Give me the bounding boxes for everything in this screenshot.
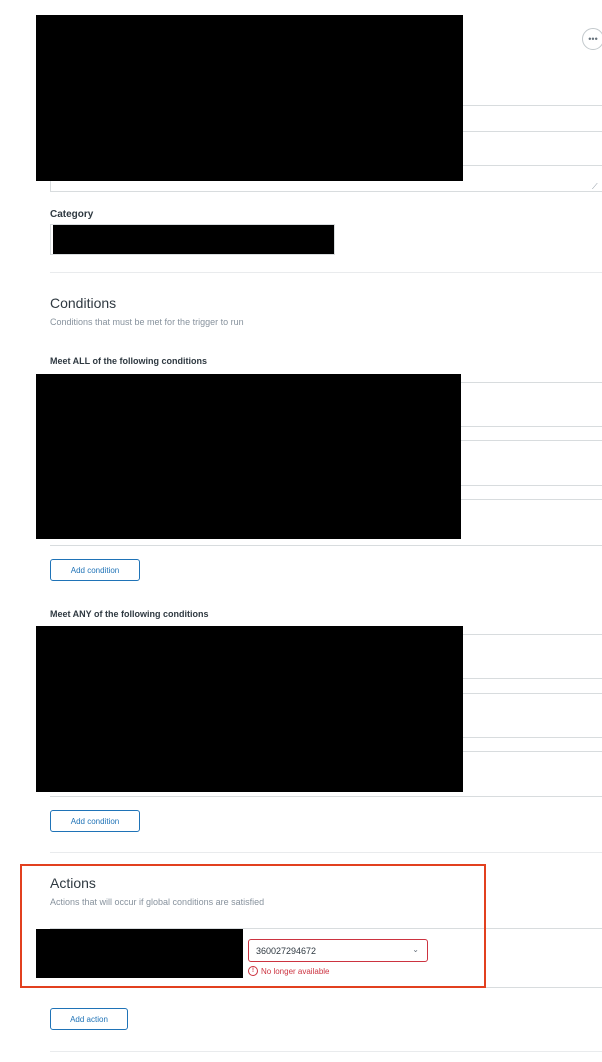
meet-all-label: Meet ALL of the following conditions <box>50 356 207 366</box>
meet-any-label: Meet ANY of the following conditions <box>50 609 209 619</box>
redacted-header <box>36 15 463 181</box>
condition-row-border <box>50 796 602 797</box>
redacted-any-conditions <box>36 626 463 792</box>
resize-handle-icon[interactable]: ⟋ <box>592 182 598 192</box>
action-value-select[interactable]: 360027294672 ⌄ <box>248 939 428 962</box>
alert-error-icon: ! <box>248 966 258 976</box>
redacted-all-conditions <box>36 374 461 539</box>
conditions-title: Conditions <box>50 295 117 311</box>
add-condition-any-button[interactable]: Add condition <box>50 810 140 832</box>
action-error-text: No longer available <box>261 966 330 976</box>
conditions-subtitle: Conditions that must be met for the trig… <box>50 317 244 327</box>
action-error-message: ! No longer available <box>248 966 330 976</box>
section-divider <box>50 272 602 273</box>
more-horizontal-icon: ••• <box>588 34 598 44</box>
actions-subtitle: Actions that will occur if global condit… <box>50 897 265 907</box>
more-options-button[interactable]: ••• <box>582 28 602 50</box>
category-label: Category <box>50 209 94 220</box>
add-condition-all-button[interactable]: Add condition <box>50 559 140 581</box>
action-row-border <box>50 987 602 988</box>
add-action-button[interactable]: Add action <box>50 1008 128 1030</box>
action-value-text: 360027294672 <box>256 945 317 956</box>
section-divider <box>50 852 602 853</box>
section-divider <box>50 1051 602 1052</box>
actions-title: Actions <box>50 875 96 891</box>
chevron-down-icon: ⌄ <box>412 945 419 954</box>
redacted-action-type <box>36 929 243 978</box>
condition-row-border <box>50 545 602 546</box>
redacted-category-value <box>53 225 334 254</box>
